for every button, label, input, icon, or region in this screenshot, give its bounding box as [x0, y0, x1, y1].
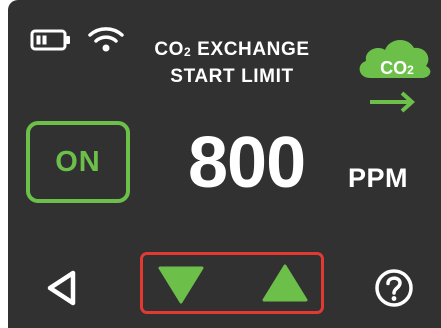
title-line-2: START LIMIT	[170, 66, 294, 87]
back-triangle-icon[interactable]	[44, 268, 80, 308]
help-icon[interactable]	[374, 268, 414, 308]
arrow-right-icon	[370, 91, 415, 113]
up-triangle-icon[interactable]	[260, 262, 310, 304]
title-line-1: CO2 EXCHANGE	[128, 37, 336, 64]
down-triangle-icon[interactable]	[156, 264, 206, 306]
screen-title: CO2 EXCHANGE START LIMIT	[128, 37, 336, 90]
cloud-co-subscript: 2	[407, 63, 414, 77]
on-toggle-label: ON	[55, 145, 101, 178]
battery-icon	[30, 29, 70, 51]
limit-unit: PPM	[348, 163, 409, 193]
title-co: CO	[154, 39, 185, 60]
cloud-co: CO	[380, 58, 408, 78]
title-exchange: EXCHANGE	[191, 39, 310, 60]
wifi-icon	[88, 27, 124, 52]
on-toggle-button[interactable]: ON	[26, 121, 130, 203]
limit-value: 800	[188, 123, 306, 203]
title-co-subscript: 2	[184, 45, 192, 59]
device-screen: CO2 EXCHANGE START LIMIT CO2 ON 800 PPM	[8, 0, 441, 328]
co2-cloud-label: CO2	[367, 58, 427, 79]
